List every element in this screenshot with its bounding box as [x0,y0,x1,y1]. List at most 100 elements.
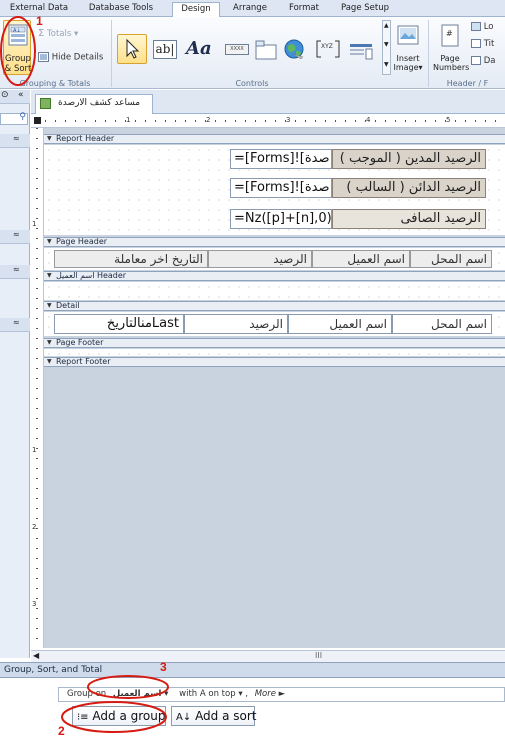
section-bar-detail[interactable]: Detail [44,301,505,311]
vruler-number: 2 [32,523,37,531]
annotation-number-2: 2 [58,724,65,738]
group-field-select[interactable]: اسم العميل [113,689,162,699]
logo-button[interactable]: Lo [471,22,494,32]
header-label-shop-name[interactable]: اسم المحل [410,250,492,268]
ribbon-separator [428,20,429,87]
ribbon-separator [111,20,112,87]
web-browser-icon: XYZ [316,40,340,58]
header-label-last-transaction[interactable]: التاريخ اخر معاملة [54,250,208,268]
vertical-ruler: 1 1 2 3 [31,128,44,648]
ribbon: A↓ Group & Sort Σ Totals ▾ Hide Details … [0,17,505,89]
hide-details-label: Hide Details [51,52,104,63]
section-bar-page-header[interactable]: Page Header [44,237,505,247]
insert-image-label-2: Image▾ [393,63,423,72]
tab-format[interactable]: Format [282,2,326,17]
textbox-positive-balance[interactable]: =[Forms]![صدة [230,149,332,169]
svg-text:XYZ: XYZ [321,43,333,50]
report-icon [40,98,51,109]
report-design-canvas[interactable]: Report Header =[Forms]![صدة الرصيد المدي… [44,128,505,648]
field-balance[interactable]: الرصيد [184,314,288,334]
page-numbers-label-2: Numbers [433,63,470,72]
nav-search-box[interactable]: ⚲ [0,112,28,125]
tab-control-button[interactable] [252,36,278,62]
nav-group-forms[interactable]: ≈ [0,265,30,279]
section-page-footer[interactable] [44,349,505,356]
scroll-thumb-grip[interactable]: III [315,651,322,660]
section-detail[interactable]: اسم المحل اسم العميل الرصيد Lastمنالتاري… [44,312,505,336]
chevron-down-icon[interactable]: ▾ , [238,689,248,699]
field-customer-name[interactable]: اسم العميل [288,314,392,334]
header-footer-group-label: Header / F [446,79,489,88]
tab-design[interactable]: Design [172,2,220,18]
header-label-balance[interactable]: الرصيد [208,250,312,268]
select-pointer-button[interactable] [117,34,147,64]
add-a-sort-button[interactable]: A↓ Add a sort [171,706,257,726]
document-tab-report[interactable]: مساعد كشف الارصدة [35,94,153,114]
title-button[interactable]: Tit [471,39,494,49]
textbox-negative-balance[interactable]: =[Forms]![صدة [230,178,332,198]
controls-gallery-scroll[interactable]: ▲ ▼ ▼ [382,20,391,75]
search-icon: ⚲ [19,112,26,122]
nav-group-reports[interactable]: ≈ [0,318,30,332]
page-numbers-button[interactable]: # Page Numbers [432,20,470,76]
title-icon [471,39,481,48]
label-negative-balance[interactable]: الرصيد الدائن ( السالب ) [332,178,486,198]
group-level-row[interactable]: Group on اسم العميل ▾ with A on top ▾ , … [58,687,505,702]
nav-group-queries[interactable]: ≈ [0,230,30,244]
more-options-link[interactable]: More ► [255,689,286,699]
textbox-control-button[interactable]: ab| [150,36,178,62]
field-shop-name[interactable]: اسم المحل [392,314,492,334]
label-net-balance[interactable]: الرصيد الصافى [332,209,486,229]
tab-database-tools[interactable]: Database Tools [82,2,160,17]
calendar-icon [471,56,481,65]
logo-icon [471,22,481,31]
section-bar-report-header[interactable]: Report Header [44,134,505,144]
nav-collapse-icon[interactable]: « [18,90,24,100]
globe-icon [284,39,304,60]
logo-label: Lo [483,22,494,32]
sort-order-select[interactable]: with A on top [179,689,235,699]
totals-label: Totals [47,29,72,39]
section-bar-group-header[interactable]: اسم العميل Header [44,271,505,281]
header-label-customer-name[interactable]: اسم العميل [312,250,410,268]
nav-dropdown-icon[interactable]: ⊙ [1,90,9,100]
insert-image-button[interactable]: Insert Image▾ [392,20,423,76]
add-group-label: Add a group [92,709,166,723]
totals-button[interactable]: Σ Totals ▾ [38,28,78,39]
hyperlink-control-button[interactable] [280,34,308,64]
horizontal-scrollbar[interactable]: ◀ III [31,650,505,662]
tab-arrange[interactable]: Arrange [226,2,274,17]
svg-text:#: # [446,29,453,38]
scroll-left-icon[interactable]: ◀ [33,651,39,660]
ruler-corner[interactable] [34,117,41,124]
vruler-number: 1 [32,446,37,454]
field-last-date[interactable]: Lastمنالتاريخ [54,314,184,334]
group-sort-total-pane-title: Group, Sort, and Total [0,662,505,678]
chevron-down-icon[interactable]: ▾ [164,689,168,699]
add-a-group-button[interactable]: ⁝≡ Add a group [72,706,166,726]
section-report-header[interactable]: =[Forms]![صدة الرصيد المدين ( الموجب ) =… [44,145,505,235]
group-sort-total-pane: Group on اسم العميل ▾ with A on top ▾ , … [0,678,505,750]
grouping-totals-group-label: Grouping & Totals [19,79,91,88]
date-time-button[interactable]: Da [471,56,495,66]
navigation-control-button[interactable] [346,36,376,62]
group-sort-label-2: & Sort [4,64,32,74]
label-control-button[interactable]: Aa [182,34,216,64]
group-sort-button[interactable]: A↓ Group & Sort [3,20,31,75]
annotation-number-1: 1 [36,14,43,28]
ribbon-tab-bar: External Data Database Tools Design Arra… [0,0,505,18]
pointer-icon [126,38,140,59]
hide-details-button[interactable]: Hide Details [38,52,103,63]
section-group-header[interactable] [44,282,505,300]
section-page-header[interactable]: اسم المحل اسم العميل الرصيد التاريخ اخر … [44,248,505,270]
section-bar-report-footer[interactable]: Report Footer [44,357,505,367]
section-bar-page-footer[interactable]: Page Footer [44,338,505,348]
web-browser-control-button[interactable]: XYZ [312,34,342,62]
add-group-icon: ⁝≡ [77,712,89,723]
tab-page-setup[interactable]: Page Setup [334,2,396,17]
button-control-button[interactable]: XXXX [222,39,250,59]
nav-group-tables[interactable]: ≈ [0,134,30,148]
textbox-net-balance[interactable]: =Nz([p]+[n],0) [230,209,332,229]
page-numbers-label-1: Page [440,54,460,63]
label-positive-balance[interactable]: الرصيد المدين ( الموجب ) [332,149,486,169]
